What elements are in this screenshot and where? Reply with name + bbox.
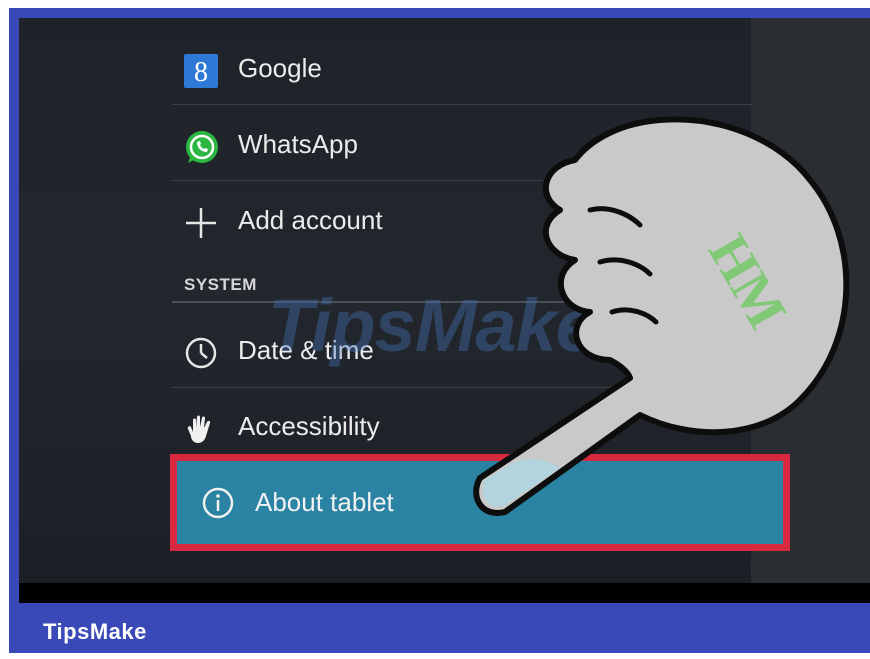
frame-border-top [9,8,870,18]
divider [172,387,751,388]
settings-item-add-account[interactable]: Add account [172,184,751,260]
screen-bottom-bar [19,583,870,603]
divider [172,104,751,105]
divider [172,180,751,181]
settings-item-label: WhatsApp [238,129,358,159]
svg-text:8: 8 [194,57,208,88]
footer-brand: TipsMake [43,619,147,644]
settings-item-label: Date & time [238,335,374,365]
frame-border-left [9,8,19,653]
settings-item-label: Add account [238,205,383,235]
settings-item-date-time[interactable]: Date & time [172,314,751,390]
settings-item-label: Google [238,53,322,83]
settings-item-google[interactable]: 8 Google [172,32,751,108]
clock-icon [184,336,218,370]
info-icon [201,486,235,520]
section-header-system: SYSTEM [184,275,257,294]
plus-icon [184,206,218,240]
section-divider [172,301,751,303]
whatsapp-icon [184,130,218,164]
hand-icon [184,412,218,446]
google-icon: 8 [184,54,218,88]
settings-item-whatsapp[interactable]: WhatsApp [172,108,751,184]
footer-bar: TipsMake [9,603,870,653]
settings-screen: 8 Google WhatsApp Add account SYSTEM Dat… [19,18,870,583]
settings-item-about-tablet[interactable]: About tablet [170,454,790,551]
tutorial-image-frame: 8 Google WhatsApp Add account SYSTEM Dat… [0,0,870,659]
settings-item-label: Accessibility [238,411,380,441]
settings-item-label: About tablet [255,487,394,517]
